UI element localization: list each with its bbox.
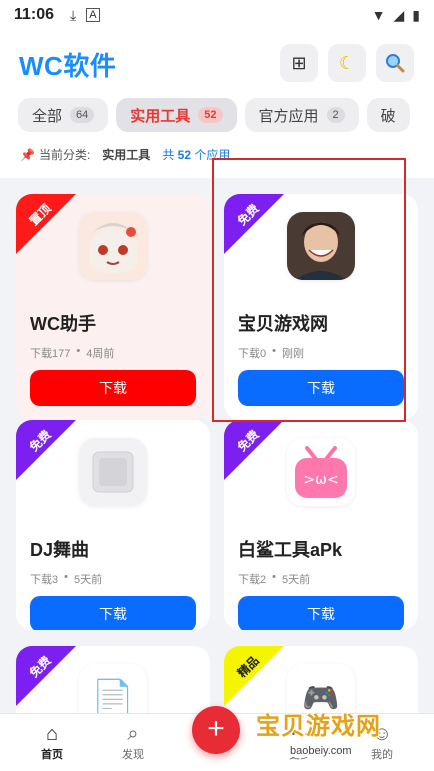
free-ribbon: 免费 [16, 646, 76, 706]
search-icon [386, 54, 405, 73]
header: WC软件 ⊞ ☾ 全部 64 实用工具 52 官方应用 2 破 📌 当前分类: … [0, 30, 434, 178]
tab-cracked[interactable]: 破 [366, 98, 410, 132]
app-card[interactable]: 免费 >ω< 白鲨工具aPk 下载2 • 5天前 下载 [224, 420, 418, 630]
home-icon: ⌂ [45, 723, 59, 745]
app-card[interactable]: 免费 DJ舞曲 下载3 • 5天前 下载 [16, 420, 210, 630]
category-tabs: 全部 64 实用工具 52 官方应用 2 破 [18, 98, 434, 134]
app-icon: >ω< [287, 438, 355, 506]
svg-text:>ω<: >ω< [303, 472, 338, 488]
tab-official[interactable]: 官方应用 2 [244, 98, 359, 132]
download-button[interactable]: 下载 [30, 370, 196, 406]
free-ribbon: 免费 [224, 420, 284, 480]
nav-discover[interactable]: ⌕ 发现 [103, 722, 163, 762]
search-button[interactable] [376, 44, 414, 82]
premium-ribbon: 精品 [224, 646, 284, 706]
pinned-ribbon: 置顶 [16, 194, 76, 254]
app-icon [79, 438, 147, 506]
pin-icon: 📌 [20, 147, 35, 162]
app-meta: 下载3 • 5天前 [30, 571, 103, 586]
highlight-box [212, 158, 406, 422]
app-meta: 下载2 • 5天前 [238, 571, 311, 586]
app-status-icon: A [86, 8, 100, 22]
app-icon [79, 212, 147, 280]
tab-all[interactable]: 全部 64 [18, 98, 109, 132]
signal-icon: ◢ [393, 6, 405, 23]
wifi-icon: ▼ [371, 7, 386, 23]
watermark: 宝贝游戏网 baobeiy.com [256, 713, 381, 757]
app-card[interactable]: 置顶 WC助手 下载177 • 4周前 下载 [16, 194, 210, 420]
tab-utilities[interactable]: 实用工具 52 [116, 98, 237, 132]
download-button[interactable]: 下载 [238, 596, 404, 630]
add-button[interactable]: + [192, 706, 240, 754]
search-icon: ⌕ [127, 723, 139, 745]
app-title: WC软件 [19, 51, 117, 81]
current-category: 实用工具 [102, 148, 151, 162]
tab-count: 2 [326, 107, 345, 123]
free-ribbon: 免费 [16, 420, 76, 480]
document-icon: 📄 [79, 664, 147, 713]
app-meta: 下载177 • 4周前 [30, 345, 115, 360]
battery-icon: ▮ [412, 6, 420, 23]
moon-icon: ☾ [338, 52, 356, 73]
tab-count: 52 [198, 107, 223, 123]
theme-toggle-button[interactable]: ☾ [328, 44, 366, 82]
nav-home[interactable]: ⌂ 首页 [22, 722, 82, 762]
download-status-icon: ⤓ [70, 6, 77, 23]
app-name: WC助手 [30, 314, 96, 334]
grid-icon: ⊞ [291, 52, 307, 73]
app-name: DJ舞曲 [30, 540, 90, 560]
category-info: 📌 当前分类: 实用工具 共 52 个应用 [20, 147, 231, 163]
status-time: 11:06 [14, 6, 55, 23]
tab-count: 64 [70, 107, 95, 123]
download-button[interactable]: 下载 [30, 596, 196, 630]
status-bar: 11:06 ⤓ A ▼ ◢ ▮ [0, 0, 434, 30]
app-card[interactable]: 免费 📄 [16, 646, 210, 713]
grid-view-button[interactable]: ⊞ [280, 44, 318, 82]
app-name: 白鲨工具aPk [238, 540, 343, 560]
app-card[interactable]: 精品 🎮 [224, 646, 418, 713]
